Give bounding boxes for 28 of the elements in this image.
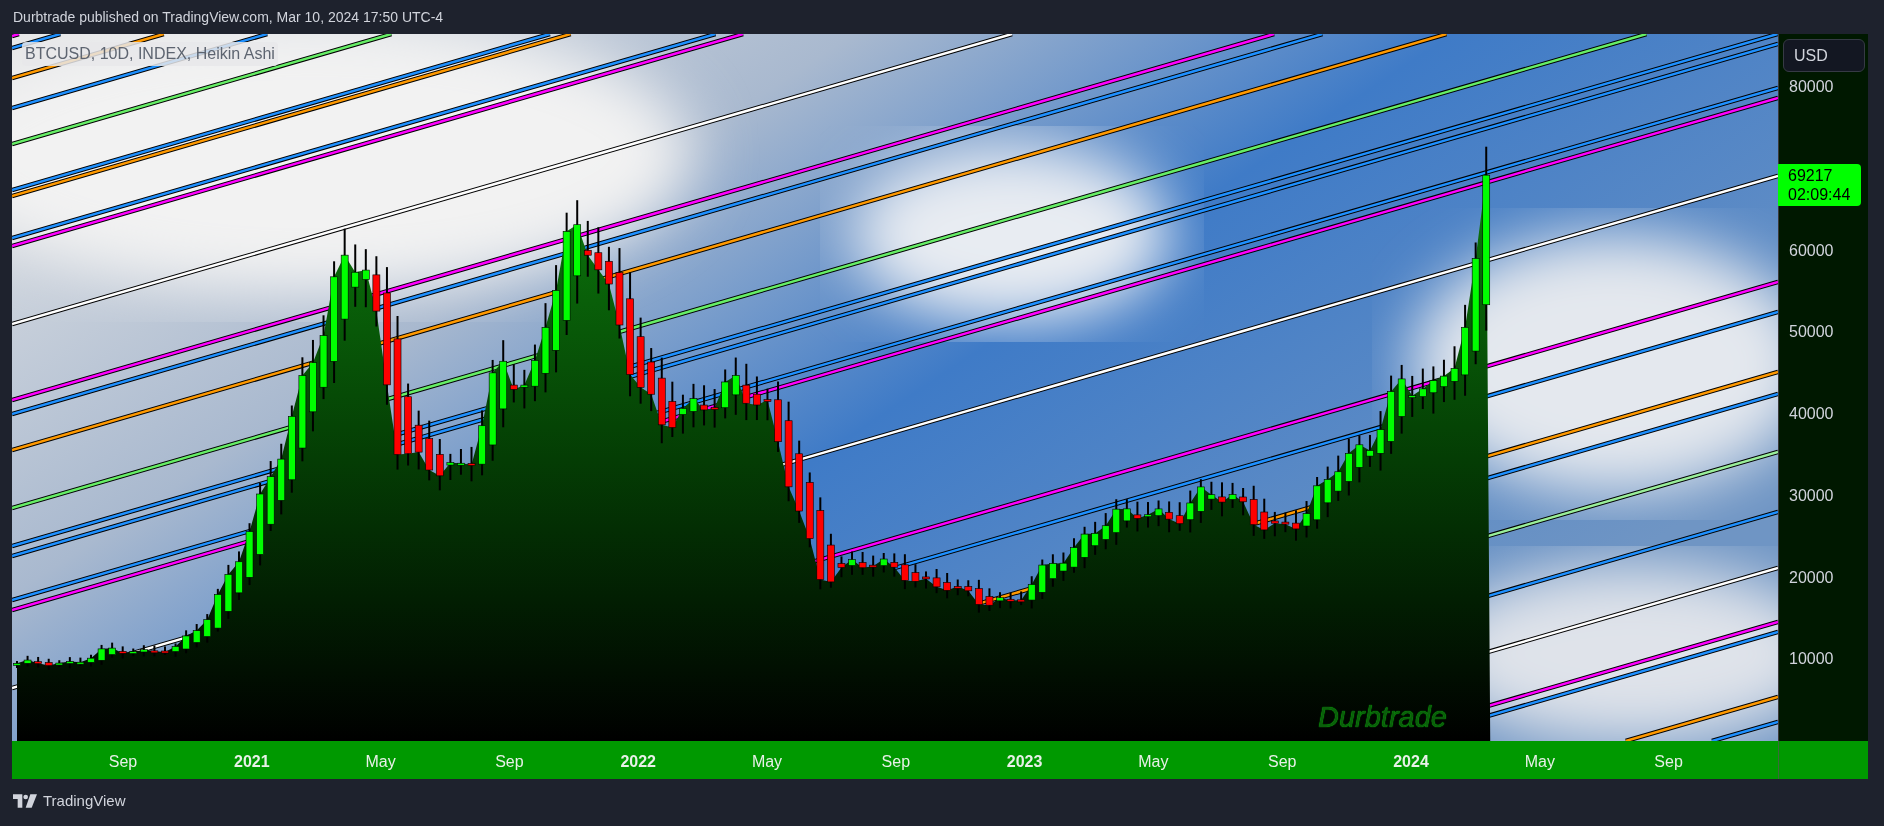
currency-button[interactable]: USD: [1783, 39, 1865, 72]
time-label: 2022: [620, 752, 656, 772]
time-label: 2024: [1393, 752, 1429, 772]
price-label: 60000: [1789, 242, 1834, 259]
brand-name: TradingView: [43, 791, 126, 811]
price-label: 40000: [1789, 406, 1834, 422]
price-label: 50000: [1789, 324, 1834, 341]
time-label: Sep: [495, 752, 524, 772]
time-label: Sep: [108, 752, 138, 772]
time-label: Sep: [1267, 752, 1297, 772]
price-label: 20000: [1789, 569, 1834, 586]
price-label: 80000: [1789, 79, 1834, 95]
time-label: 2021: [234, 752, 270, 772]
time-label: May: [1524, 752, 1555, 772]
chart-legend: BTCUSD, 10D, INDEX, Heikin Ashi: [22, 42, 278, 66]
last-price: 69217: [1788, 166, 1834, 185]
time-label: May: [1138, 752, 1169, 772]
author-signature: Durbtrade: [1318, 700, 1447, 735]
bar-countdown: 02:09:44: [1788, 185, 1851, 204]
time-label: Sep: [1654, 752, 1683, 772]
time-label: May: [365, 752, 396, 772]
publish-title: Durbtrade published on TradingView.com, Mar 10, 2024 17:50 UTC-4: [13, 7, 444, 27]
price-label: 30000: [1789, 487, 1834, 504]
price-label: 10000: [1789, 651, 1834, 668]
time-label: 2023: [1006, 752, 1043, 772]
time-label: May: [751, 752, 783, 772]
logo-icon: [13, 794, 37, 809]
time-label: Sep: [881, 752, 911, 772]
